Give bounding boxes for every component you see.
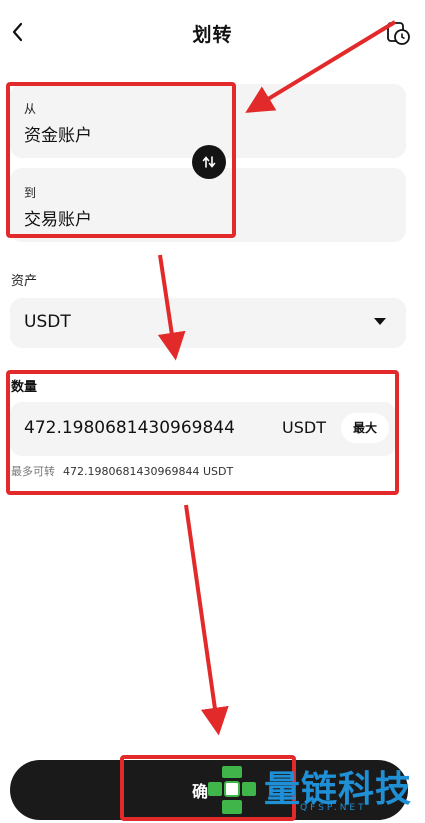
arrow-to-confirm <box>184 504 229 736</box>
arrow-to-accounts <box>245 20 397 113</box>
watermark-subtext: QFSP.NET <box>300 803 367 813</box>
arrow-to-quantity <box>157 254 186 361</box>
annotation-arrows <box>157 20 397 736</box>
watermark-logo <box>208 766 256 814</box>
